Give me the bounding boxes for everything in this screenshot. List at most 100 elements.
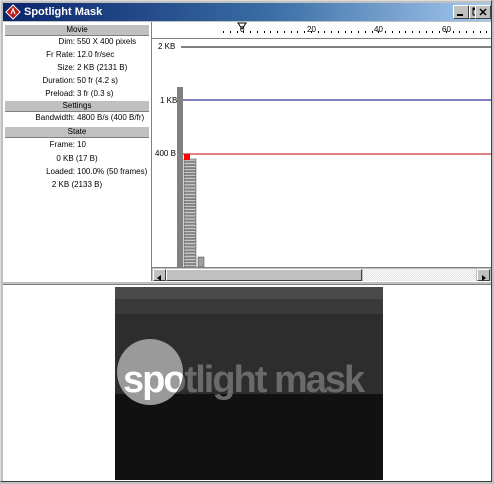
info-row-loaded: Loaded: 100.0% (50 frames) bbox=[46, 167, 148, 176]
frame-bar-segment bbox=[183, 233, 197, 236]
frame-bar-segment bbox=[183, 180, 197, 184]
frame-bar-segment bbox=[183, 217, 197, 221]
stage-title-lit: spotlight mask bbox=[123, 359, 183, 401]
ruler-tick bbox=[385, 31, 386, 33]
ruler-tick bbox=[304, 31, 305, 33]
ruler-tick bbox=[439, 31, 440, 33]
frame-bar-segment bbox=[183, 183, 197, 187]
ruler-tick bbox=[466, 31, 467, 33]
frame-bar-segment bbox=[183, 208, 197, 212]
400b-label: 400 B bbox=[155, 149, 176, 158]
frame-bar-segment bbox=[183, 239, 197, 243]
spotlight-reveal: spotlight mask bbox=[117, 339, 183, 405]
movie-section-header: Movie bbox=[5, 24, 149, 36]
ruler-tick bbox=[479, 31, 481, 33]
frame-bar-segment bbox=[183, 171, 197, 174]
info-row-dim: Dim: 550 X 400 pixels bbox=[58, 37, 137, 46]
stage-pane: spotlight mask spotlight mask bbox=[3, 285, 491, 481]
ruler-tick bbox=[297, 31, 299, 33]
ruler-tick bbox=[256, 31, 258, 33]
ruler-tick bbox=[378, 31, 380, 33]
ruler-tick bbox=[445, 31, 447, 33]
frame-bar-segment bbox=[183, 257, 197, 261]
stage-band-4 bbox=[115, 394, 383, 480]
minimize-button[interactable] bbox=[453, 5, 469, 19]
ruler-tick bbox=[290, 31, 292, 33]
frame-bar-segment bbox=[183, 214, 197, 218]
flash-player-icon bbox=[5, 4, 21, 20]
frame-bar-segment bbox=[183, 199, 197, 202]
ruler-tick bbox=[405, 31, 407, 33]
ruler-tick bbox=[263, 31, 265, 33]
streaming-graph[interactable]: 0 20 40 60 2 KB 1 KB 400 B bbox=[152, 22, 491, 282]
frame-bar-1[interactable] bbox=[177, 87, 183, 267]
ruler-tick bbox=[223, 31, 224, 33]
ruler-tick bbox=[425, 31, 427, 33]
2kb-label: 2 KB bbox=[158, 42, 175, 51]
current-frame-bar[interactable] bbox=[184, 154, 190, 160]
info-loaded-size: 2 KB (2133 B) bbox=[51, 180, 103, 189]
title-bar[interactable]: Spotlight Mask bbox=[3, 3, 491, 21]
frame-bar-segment bbox=[183, 161, 197, 165]
info-row-bandwidth: Bandwidth: 4800 B/s (400 B/fr) bbox=[35, 113, 145, 122]
frame-bar-segment bbox=[183, 205, 197, 208]
ruler-tick bbox=[418, 31, 420, 33]
window-title: Spotlight Mask bbox=[24, 6, 103, 18]
frame-bar-segment bbox=[183, 245, 197, 249]
ruler-tick bbox=[486, 31, 488, 33]
ruler-tick bbox=[351, 31, 353, 33]
scroll-thumb[interactable] bbox=[166, 269, 362, 281]
frame-bar-segment bbox=[183, 174, 197, 177]
ruler-tick bbox=[277, 31, 278, 33]
bandwidth-profiler-pane: Movie Dim: 550 X 400 pixels Fr Rate: 12.0 … bbox=[3, 22, 491, 282]
info-row-frame: Frame: 10 bbox=[49, 140, 86, 149]
ruler-tick bbox=[243, 31, 245, 33]
frame-bar-segment bbox=[183, 251, 197, 255]
ruler-tick bbox=[398, 31, 400, 33]
ruler-tick bbox=[472, 31, 474, 33]
frame-bar-segment bbox=[183, 254, 197, 258]
ruler-tick bbox=[324, 31, 326, 33]
scroll-right-button[interactable] bbox=[477, 269, 490, 281]
ruler-tick bbox=[371, 31, 373, 33]
frame-bar-segment bbox=[183, 168, 197, 171]
ruler-tick bbox=[358, 31, 359, 33]
frame-bar-segment bbox=[183, 242, 197, 246]
close-icon bbox=[479, 8, 487, 16]
ruler-tick bbox=[452, 31, 454, 33]
close-button[interactable] bbox=[475, 5, 491, 19]
info-row-preload: Preload: 3 fr (0.3 s) bbox=[45, 89, 114, 98]
info-frame-size: 0 KB (17 B) bbox=[56, 154, 98, 163]
window: Spotlight Mask Movie Dim: 550 X 400 pixel… bbox=[0, 0, 492, 482]
ruler-tick bbox=[250, 31, 251, 33]
info-row-frame-rate: Fr Rate: 12.0 fr/sec bbox=[46, 50, 115, 59]
frame-size-plot: 2 KB 1 KB 400 B bbox=[155, 42, 491, 267]
state-section-header: State bbox=[5, 126, 149, 138]
movie-stage: spotlight mask spotlight mask bbox=[115, 287, 383, 480]
frame-bar-last[interactable] bbox=[197, 256, 205, 267]
1kb-label: 1 KB bbox=[160, 96, 177, 105]
ruler-tick bbox=[310, 31, 312, 33]
frame-bar-stack bbox=[183, 158, 197, 267]
ruler-tick bbox=[364, 31, 366, 33]
stage-band-2 bbox=[115, 299, 383, 314]
ruler-tick bbox=[270, 31, 272, 33]
frame-bar-segment bbox=[183, 223, 197, 227]
scroll-track[interactable] bbox=[363, 269, 476, 281]
ruler-tick bbox=[337, 31, 339, 33]
stage-band-1 bbox=[115, 287, 383, 299]
frame-bar-segment bbox=[183, 186, 197, 190]
frame-bar-segment bbox=[183, 177, 197, 181]
frame-bar-segment bbox=[183, 248, 197, 252]
frame-bar-segment bbox=[183, 230, 197, 233]
ruler-tick bbox=[331, 31, 332, 33]
ruler-tick bbox=[432, 31, 434, 33]
frame-ruler[interactable]: 0 20 40 60 bbox=[152, 22, 491, 39]
scroll-left-button[interactable] bbox=[153, 269, 166, 281]
ruler-tick bbox=[391, 31, 393, 33]
info-row-size: Size: 2 KB (2131 B) bbox=[57, 63, 128, 72]
horizontal-scrollbar[interactable] bbox=[152, 267, 491, 282]
frame-bar-segment bbox=[183, 164, 197, 168]
frame-bar-segment bbox=[183, 189, 197, 193]
ruler-tick bbox=[412, 31, 413, 33]
